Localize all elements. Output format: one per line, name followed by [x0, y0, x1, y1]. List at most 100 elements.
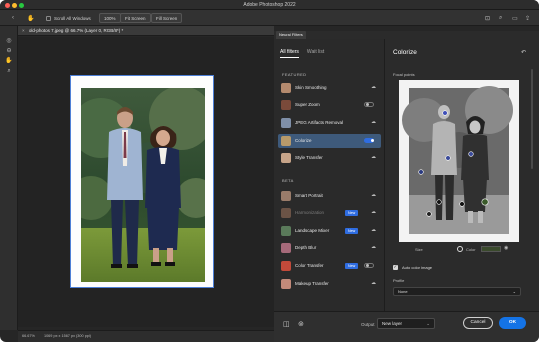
- layer-preview-icon[interactable]: ⊚: [298, 320, 304, 328]
- featured-section-title: FEATURED: [282, 72, 307, 77]
- ok-button[interactable]: OK: [499, 317, 526, 329]
- brush-tool-icon[interactable]: ◎: [4, 36, 14, 46]
- cloud-download-icon[interactable]: ☁: [371, 280, 376, 286]
- hand-tool-icon[interactable]: ✋: [27, 13, 34, 23]
- color-label: Color: [466, 247, 476, 252]
- filter-label: Skin Smoothing: [295, 85, 327, 90]
- super-zoom-toggle[interactable]: [364, 102, 374, 107]
- cloud-download-icon[interactable]: ☁: [371, 84, 376, 90]
- preview-toggle-icon[interactable]: ◫: [283, 320, 290, 328]
- skin-smoothing-thumbnail: [281, 83, 291, 93]
- filter-label: Color Transfer: [295, 263, 324, 268]
- filter-label: Landscape Mixer: [295, 228, 330, 233]
- focal-point-face-man[interactable]: [442, 110, 448, 116]
- neural-filters-header: Neural Filters: [274, 31, 539, 39]
- cloud-download-icon[interactable]: ☁: [371, 119, 376, 125]
- focal-point-jacket-man[interactable]: [445, 155, 451, 161]
- photoshop-window: Adobe Photoshop 2022 ‹ ✋ Scroll All Wind…: [0, 0, 539, 342]
- profile-select[interactable]: None ⌄: [393, 287, 521, 296]
- focal-point-trees[interactable]: [418, 169, 424, 175]
- options-bar: ‹ ✋ Scroll All Windows 100% Fit Screen F…: [0, 10, 539, 26]
- zoom-readout[interactable]: 66.67%: [22, 334, 35, 338]
- focal-points-preview[interactable]: [399, 80, 519, 242]
- zoom-tool-icon[interactable]: ⌕: [4, 66, 14, 76]
- brush-size-circle-icon[interactable]: [457, 246, 463, 252]
- filter-item-style-transfer[interactable]: Style Transfer ☁: [278, 151, 381, 165]
- filter-label: Smart Portrait: [295, 193, 323, 198]
- focal-point-shoes[interactable]: [426, 211, 432, 217]
- focal-point-trousers[interactable]: [436, 199, 442, 205]
- filter-item-makeup-transfer[interactable]: Makeup Transfer ☁: [278, 277, 381, 291]
- fill-screen-button[interactable]: Fill Screen: [151, 13, 183, 23]
- auto-color-check-icon[interactable]: [393, 264, 398, 270]
- zoom-100-button[interactable]: 100%: [99, 13, 121, 23]
- filter-item-super-zoom[interactable]: Super Zoom: [278, 98, 381, 112]
- filter-item-skin-smoothing[interactable]: Skin Smoothing ☁: [278, 81, 381, 95]
- search-icon[interactable]: ⌕: [499, 13, 502, 23]
- profile-label: Profile: [393, 278, 405, 283]
- chevron-down-icon: ⌄: [426, 321, 430, 326]
- export-icon[interactable]: ⇪: [525, 13, 530, 23]
- filter-label: Depth Blur: [295, 245, 317, 250]
- color-transfer-toggle[interactable]: [364, 263, 374, 268]
- color-swatch[interactable]: [481, 246, 501, 252]
- canvas-area[interactable]: [18, 37, 274, 327]
- hand-tool-icon[interactable]: ✋: [4, 56, 14, 66]
- focal-point-skirt[interactable]: [459, 201, 465, 207]
- smart-portrait-thumbnail: [281, 191, 291, 201]
- cancel-button[interactable]: Cancel: [463, 317, 493, 329]
- style-transfer-thumbnail: [281, 153, 291, 163]
- jpeg-artifacts-thumbnail: [281, 118, 291, 128]
- share-icon[interactable]: ⊡: [485, 13, 490, 23]
- tab-all-filters[interactable]: All filters: [280, 49, 299, 58]
- filter-label: JPEG Artifacts Removal: [295, 120, 344, 125]
- reset-icon[interactable]: ↶: [521, 49, 526, 56]
- document-dimensions: 1069 px x 1567 px (300 ppi): [43, 334, 92, 338]
- filters-list-panel: All filters Wait list FEATURED Skin Smoo…: [274, 39, 385, 311]
- filter-item-smart-portrait[interactable]: Smart Portrait ☁: [278, 189, 381, 203]
- document-tab-title: old-photos 7.jpeg @ 66.7% (Layer 0, RGB/…: [28, 28, 124, 33]
- focal-point-grass[interactable]: [481, 198, 489, 206]
- cloud-download-icon[interactable]: ☁: [371, 209, 376, 215]
- profile-value: None: [398, 289, 408, 294]
- document-artboard[interactable]: [70, 75, 214, 288]
- focal-point-jacket-woman[interactable]: [468, 151, 474, 157]
- colorize-toggle[interactable]: [364, 138, 374, 143]
- filter-item-color-transfer[interactable]: Color Transfer New: [278, 259, 381, 273]
- status-bar: 66.67% 1069 px x 1567 px (300 ppi): [18, 330, 274, 342]
- cloud-download-icon[interactable]: ☁: [371, 227, 376, 233]
- filter-tabs: All filters Wait list: [280, 49, 324, 58]
- filter-item-depth-blur[interactable]: Depth Blur ☁: [278, 241, 381, 255]
- eraser-tool-icon[interactable]: ⊖: [4, 46, 14, 56]
- cloud-download-icon[interactable]: ☁: [371, 154, 376, 160]
- checkbox-box[interactable]: [46, 15, 51, 21]
- settings-scrollbar[interactable]: [531, 69, 533, 169]
- filter-label: Super Zoom: [295, 102, 320, 107]
- cloud-download-icon[interactable]: ☁: [371, 244, 376, 250]
- cloud-download-icon[interactable]: ☁: [371, 192, 376, 198]
- harmonization-thumbnail: [281, 208, 291, 218]
- auto-color-image-checkbox[interactable]: Auto color image: [393, 264, 432, 270]
- depth-blur-thumbnail: [281, 243, 291, 253]
- couple-photo: [81, 88, 205, 282]
- output-value: New layer: [382, 321, 403, 326]
- filter-item-harmonization[interactable]: Harmonization New ☁: [278, 206, 381, 220]
- beta-section-title: BETA: [282, 178, 294, 183]
- close-tab-icon[interactable]: ×: [22, 28, 25, 33]
- eyedropper-icon[interactable]: ◉: [504, 245, 508, 251]
- output-label: Output: [361, 322, 375, 327]
- chevron-down-icon: ⌄: [512, 289, 516, 294]
- tab-wait-list[interactable]: Wait list: [307, 49, 324, 58]
- filter-item-jpeg-artifacts-removal[interactable]: JPEG Artifacts Removal ☁: [278, 116, 381, 130]
- neural-filters-tab[interactable]: Neural Filters: [276, 31, 306, 39]
- filter-item-landscape-mixer[interactable]: Landscape Mixer New ☁: [278, 224, 381, 238]
- size-label: Size: [415, 247, 423, 252]
- output-select[interactable]: New layer ⌄: [377, 318, 435, 329]
- filter-item-colorize[interactable]: Colorize: [278, 134, 381, 148]
- document-tab[interactable]: × old-photos 7.jpeg @ 66.7% (Layer 0, RG…: [18, 26, 274, 36]
- scroll-all-windows-checkbox[interactable]: Scroll All Windows: [46, 13, 91, 23]
- back-chevron-icon[interactable]: ‹: [12, 13, 14, 23]
- workspace-icon[interactable]: ▭: [512, 13, 518, 23]
- title-bar: Adobe Photoshop 2022: [0, 0, 539, 10]
- fit-screen-button[interactable]: Fit Screen: [120, 13, 151, 23]
